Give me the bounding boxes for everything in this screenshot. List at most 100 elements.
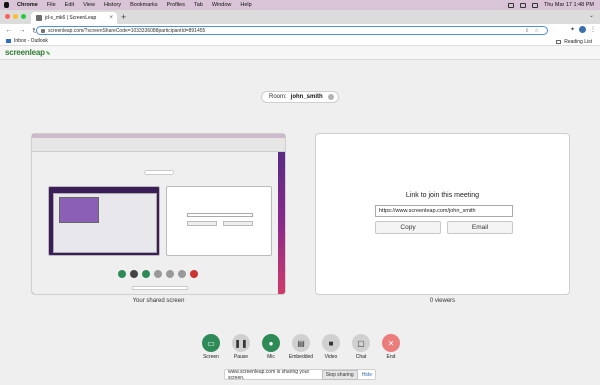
shared-screen-caption: Your shared screen [132,298,185,304]
embedded-control[interactable]: ▤ Embedded [288,334,314,360]
menu-help[interactable]: Help [240,2,251,8]
copy-button[interactable]: Copy [375,221,441,234]
video-label: Video [324,354,338,360]
preview-mic-dot [142,270,150,278]
apple-icon[interactable] [4,2,9,8]
preview-embedded-dot [154,270,162,278]
preview-join-panel [166,186,272,256]
zoom-window-icon[interactable] [21,14,26,19]
video-control[interactable]: ■ Video [321,334,341,360]
reading-list-icon [556,40,562,44]
bookmarks-bar: Inbox - Outlook Reading List [0,37,600,46]
screenleap-logo[interactable]: screenleap [5,48,50,57]
stop-sharing-button[interactable]: Stop sharing [321,369,358,380]
wifi-icon[interactable] [519,2,526,8]
browser-tab[interactable]: jd-s_mk6 | ScreenLeap × [31,12,117,24]
video-icon[interactable]: ■ [322,334,340,352]
preview-share-bar [132,286,188,290]
bookmark-star-icon[interactable]: ☆ [535,28,539,34]
room-pill: Room: john_smith [261,91,339,103]
preview-chat-dot [178,270,186,278]
viewers-caption: 0 viewers [429,298,456,304]
preview-wallpaper-edge [278,152,285,294]
shared-screen-preview [31,133,286,295]
profile-avatar[interactable] [579,26,586,33]
preview-end-dot [190,270,198,278]
end-label: End [386,354,396,360]
mic-label: Mic [267,354,275,360]
embedded-label: Embedded [288,354,314,360]
chat-icon[interactable]: ▢ [352,334,370,352]
preview-page [32,152,280,294]
screen-icon[interactable]: ▭ [202,334,220,352]
new-tab-icon[interactable]: + [121,12,126,22]
pause-label: Pause [233,354,249,360]
extensions-icon[interactable]: ✦ [570,26,575,33]
chat-control[interactable]: ▢ Chat [351,334,371,360]
menu-view[interactable]: View [83,2,95,8]
screen-control[interactable]: ▭ Screen [201,334,221,360]
menu-file[interactable]: File [47,2,56,8]
menu-profiles[interactable]: Profiles [167,2,185,8]
reading-list-button[interactable]: Reading List [556,39,592,45]
preview-controls [118,270,198,278]
menu-app-name[interactable]: Chrome [17,2,38,8]
hide-link[interactable]: Hide [362,372,372,378]
preview-nested-inner2 [59,197,99,223]
logo-text: screenleap [5,48,45,57]
tab-title: jd-s_mk6 | ScreenLeap [45,15,97,21]
battery-icon[interactable] [507,2,514,8]
screen-sharing-bar: www.screenleap.com is sharing your scree… [224,368,376,381]
sharing-message: www.screenleap.com is sharing your scree… [228,368,310,381]
control-center-icon[interactable] [531,2,538,8]
leaf-icon [45,51,50,55]
preview-room-pill [144,170,174,175]
macos-menu-bar: Chrome File Edit View History Bookmarks … [0,0,600,10]
share-icon[interactable]: ⇪ [525,28,529,34]
preview-screen-dot [118,270,126,278]
pause-icon[interactable]: ❚❚ [232,334,250,352]
close-window-icon[interactable] [5,14,10,19]
mic-control[interactable]: ● Mic [261,334,281,360]
pause-control[interactable]: ❚❚ Pause [231,334,251,360]
tab-close-icon[interactable]: × [109,15,113,21]
lock-icon[interactable] [41,28,45,33]
preview-video-dot [166,270,174,278]
browser-toolbar: ← → ↻ screenleap.com/?screenShareCode=10… [0,24,600,37]
edit-room-icon[interactable] [328,94,334,100]
preview-url-box [187,213,253,217]
toolbar-right: ✦ ⋮ [570,26,596,33]
menu-window[interactable]: Window [212,2,232,8]
clock[interactable]: Thu Mar 17 1:48 PM [544,2,594,8]
menu-kebab-icon[interactable]: ⋮ [590,26,596,33]
mic-icon[interactable]: ● [262,334,280,352]
preview-pause-dot [130,270,138,278]
embedded-icon[interactable]: ▤ [292,334,310,352]
outlook-icon [6,39,11,43]
screenleap-header: screenleap [0,46,600,60]
menu-edit[interactable]: Edit [65,2,74,8]
email-button[interactable]: Email [447,221,513,234]
chat-label: Chat [355,354,367,360]
tab-search-icon[interactable]: ⌄ [589,12,594,19]
meeting-controls: ▭ Screen ❚❚ Pause ● Mic ▤ Embedded ■ Vid… [201,334,401,360]
join-url-field[interactable]: https://www.screenleap.com/john_smith [375,205,513,217]
reading-list-label: Reading List [564,39,592,45]
back-icon[interactable]: ← [5,27,13,34]
preview-email-button [223,221,253,226]
menu-tab[interactable]: Tab [194,2,203,8]
room-name: john_smith [290,94,323,100]
minimize-window-icon[interactable] [13,14,18,19]
address-bar[interactable]: screenleap.com/?screenShareCode=10333360… [36,26,548,35]
preview-copy-button [187,221,217,226]
tab-favicon-icon [36,15,42,21]
bookmark-outlook[interactable]: Inbox - Outlook [14,38,48,44]
end-icon[interactable]: ✕ [382,334,400,352]
forward-icon[interactable]: → [18,27,26,34]
url-text: screenleap.com/?screenShareCode=10333360… [48,27,206,34]
join-link-panel: Link to join this meeting https://www.sc… [315,133,570,295]
status-area: Thu Mar 17 1:48 PM [507,0,594,10]
menu-bookmarks[interactable]: Bookmarks [130,2,158,8]
menu-history[interactable]: History [104,2,121,8]
end-control[interactable]: ✕ End [381,334,401,360]
